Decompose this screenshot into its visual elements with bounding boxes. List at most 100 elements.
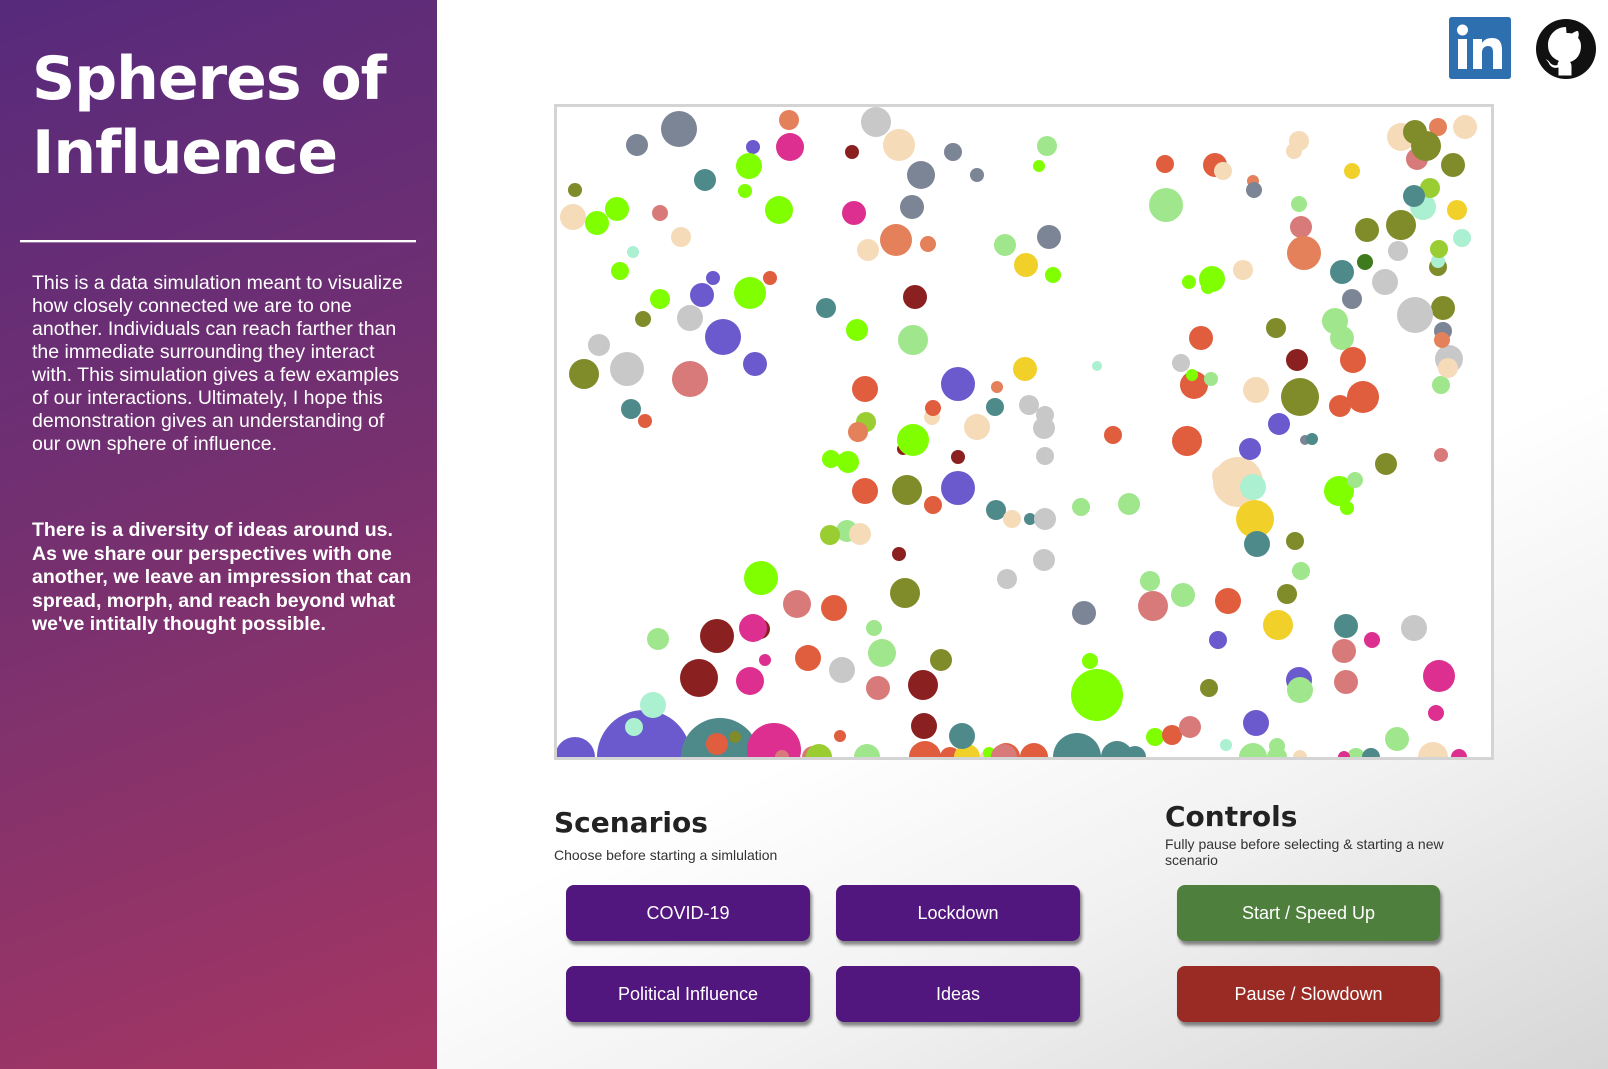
political-influence-button[interactable]: Political Influence: [566, 966, 810, 1022]
bubble: [647, 628, 669, 650]
bubble: [743, 352, 767, 376]
bubble: [738, 184, 752, 198]
bubble: [806, 744, 832, 757]
bubble: [1386, 210, 1416, 240]
bubble: [652, 205, 668, 221]
bubble: [1306, 433, 1318, 445]
bubble: [746, 140, 760, 154]
bubble: [892, 475, 922, 505]
bubble: [1431, 296, 1455, 320]
bubble: [852, 376, 878, 402]
lockdown-button[interactable]: Lockdown: [836, 885, 1080, 941]
bubble: [1263, 610, 1293, 640]
bubble: [1287, 236, 1321, 270]
bubble: [920, 236, 936, 252]
bubble: [991, 381, 1003, 393]
bubble: [846, 319, 868, 341]
bubble: [925, 400, 941, 416]
bubble: [1138, 591, 1168, 621]
bubble: [951, 450, 965, 464]
bubble: [1118, 493, 1140, 515]
bubble-field: [557, 107, 1477, 757]
bubble: [949, 723, 975, 749]
bubble: [1162, 725, 1182, 745]
bubble: [597, 710, 691, 757]
bubble: [705, 319, 741, 355]
bubble: [908, 670, 938, 700]
bubble: [1281, 378, 1319, 416]
github-link[interactable]: [1534, 17, 1598, 81]
bubble: [1082, 653, 1098, 669]
bubble: [997, 569, 1017, 589]
bubble: [820, 525, 840, 545]
bubble: [837, 451, 859, 473]
bubble: [903, 285, 927, 309]
bubble: [1214, 162, 1232, 180]
bubble: [1220, 739, 1232, 751]
bubble: [638, 414, 652, 428]
bubble: [1243, 377, 1269, 403]
bubble: [907, 161, 935, 189]
bubble: [1201, 280, 1215, 294]
github-icon: [1536, 19, 1596, 79]
bubble: [842, 201, 866, 225]
linkedin-link[interactable]: [1449, 17, 1511, 79]
bubble: [1019, 395, 1039, 415]
bubble: [866, 620, 882, 636]
bubble: [1347, 381, 1379, 413]
bubble: [970, 168, 984, 182]
bubble: [557, 737, 595, 757]
bubble: [1372, 269, 1398, 295]
bubble: [625, 718, 643, 736]
ideas-button[interactable]: Ideas: [836, 966, 1080, 1022]
bubble: [821, 595, 847, 621]
bubble: [1149, 188, 1183, 222]
bubble: [1428, 705, 1444, 721]
bubble: [739, 614, 767, 642]
bubble: [1013, 357, 1037, 381]
bubble: [1292, 562, 1310, 580]
bubble: [816, 298, 836, 318]
bubble: [1037, 225, 1061, 249]
pause-slowdown-button[interactable]: Pause / Slowdown: [1177, 966, 1440, 1022]
title-divider: [20, 240, 416, 243]
bubble: [845, 145, 859, 159]
bubble: [1146, 728, 1164, 746]
bubble: [765, 196, 793, 224]
bubble: [626, 134, 648, 156]
bubble: [1344, 163, 1360, 179]
bubble: [1441, 153, 1465, 177]
bubble: [1423, 660, 1455, 692]
bubble: [1388, 241, 1408, 261]
bubble: [734, 277, 766, 309]
bubble: [1434, 332, 1450, 348]
scenarios-subtitle: Choose before starting a simlulation: [554, 847, 778, 863]
bubble: [1200, 679, 1218, 697]
bubble: [1233, 260, 1253, 280]
bubble: [883, 129, 915, 161]
bubble: [861, 107, 891, 137]
bubble: [1432, 376, 1450, 394]
bubble: [924, 496, 942, 514]
bubble: [1401, 615, 1427, 641]
bubble: [627, 246, 639, 258]
bubble: [1268, 413, 1290, 435]
simulation-canvas[interactable]: [554, 104, 1494, 760]
bubble: [744, 561, 778, 595]
bubble: [1286, 532, 1304, 550]
bubble: [848, 422, 868, 442]
bubble: [661, 111, 697, 147]
bubble: [759, 654, 771, 666]
covid-19-button[interactable]: COVID-19: [566, 885, 810, 941]
sidebar: Spheres of Influence This is a data simu…: [0, 0, 437, 1069]
bubble: [1014, 253, 1038, 277]
bubble: [1171, 583, 1195, 607]
bubble: [729, 731, 741, 743]
bubble: [605, 197, 629, 221]
bubble: [890, 578, 920, 608]
bubble: [1332, 639, 1356, 663]
bubble: [822, 450, 840, 468]
bubble: [1244, 531, 1270, 557]
start-speed-up-button[interactable]: Start / Speed Up: [1177, 885, 1440, 941]
bubble: [1179, 716, 1201, 738]
